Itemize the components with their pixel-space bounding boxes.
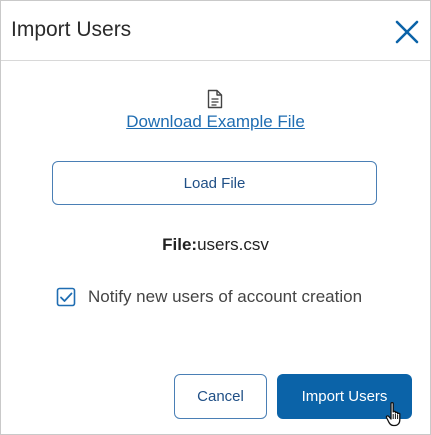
selected-file: File:users.csv: [1, 235, 430, 255]
dialog-title: Import Users: [11, 18, 132, 41]
dialog-header: Import Users: [1, 1, 430, 61]
checkbox-checked-icon[interactable]: [56, 287, 76, 307]
close-button[interactable]: [393, 18, 421, 46]
notify-label: Notify new users of account creation: [88, 287, 363, 306]
file-name: users.csv: [197, 235, 269, 254]
load-file-button[interactable]: Load File: [52, 161, 377, 205]
notify-checkbox-row[interactable]: Notify new users of account creation: [56, 286, 362, 308]
hand-pointer-icon: [385, 401, 401, 427]
file-label: File:: [162, 235, 198, 254]
cancel-button[interactable]: Cancel: [174, 374, 267, 419]
close-icon: [395, 20, 419, 44]
download-example-link[interactable]: Download Example File: [1, 112, 430, 132]
document-icon: [207, 89, 223, 109]
import-users-dialog: Import Users Download Example File Load …: [0, 0, 431, 435]
